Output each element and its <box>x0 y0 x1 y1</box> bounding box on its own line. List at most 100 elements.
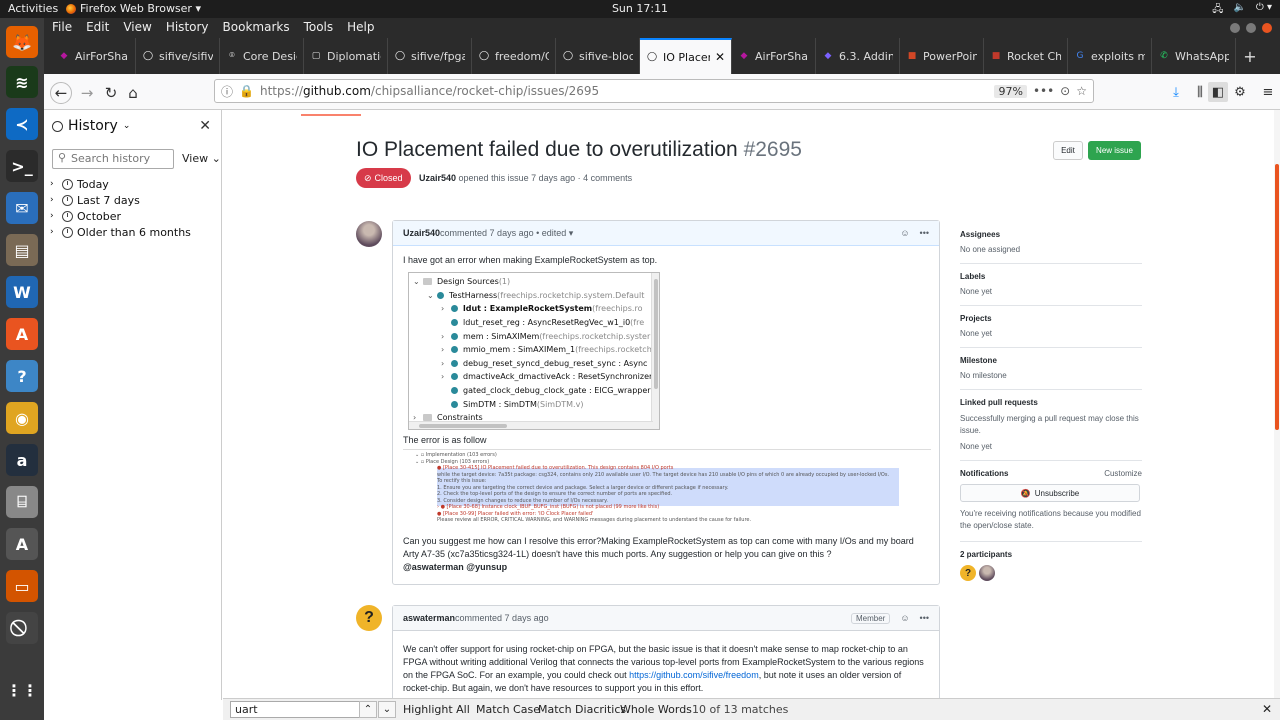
history-view-button[interactable]: View ⌄ <box>182 152 221 165</box>
forward-button[interactable]: → <box>76 82 98 104</box>
app-menu[interactable]: Firefox Web Browser ▾ <box>66 2 201 15</box>
match-diacritics-toggle[interactable]: Match Diacritics <box>538 703 626 716</box>
more-options-icon[interactable]: ••• <box>920 613 929 623</box>
dock-help-icon[interactable]: ? <box>6 360 38 392</box>
dock-software-center-icon[interactable]: A <box>6 318 38 350</box>
mentions[interactable]: @aswaterman @yunsup <box>403 561 929 574</box>
find-previous-icon[interactable]: ⌃ <box>359 701 377 718</box>
browser-tab[interactable]: ■ PowerPoint P <box>900 38 984 74</box>
close-find-bar-icon[interactable]: ✕ <box>1262 702 1272 716</box>
browser-tab[interactable]: ■ Rocket Chip <box>984 38 1068 74</box>
comment-author-link[interactable]: Uzair540 <box>403 228 440 238</box>
back-button[interactable]: ← <box>50 82 72 104</box>
dock-libreoffice-writer-icon[interactable]: W <box>6 276 38 308</box>
close-window-button[interactable] <box>1262 23 1272 33</box>
clock[interactable]: Sun 17:11 <box>612 2 668 15</box>
dock-thunderbird-icon[interactable]: ✉ <box>6 192 38 224</box>
browser-tab[interactable]: ◆ AirForShare <box>52 38 136 74</box>
freedom-link[interactable]: https://github.com/sifive/freedom <box>629 670 759 680</box>
browser-tab[interactable]: ◯ sifive/fpga-sh <box>388 38 472 74</box>
dock-blocker-icon[interactable]: ⃠ <box>6 612 38 644</box>
browser-tab[interactable]: ▢ Diplomatic Desi <box>304 38 388 74</box>
dock-show-apps-icon[interactable]: ⋮⋮ <box>6 674 38 706</box>
menu-history[interactable]: History <box>166 20 209 34</box>
page-actions-icon[interactable]: ••• <box>1033 84 1054 98</box>
dock-firefox-icon[interactable]: 🦊 <box>6 26 38 58</box>
menu-view[interactable]: View <box>123 20 151 34</box>
sidebar-toggle-icon[interactable]: ◧ <box>1208 82 1228 102</box>
menu-file[interactable]: File <box>52 20 72 34</box>
minimize-button[interactable] <box>1230 23 1240 33</box>
lock-icon[interactable]: 🔒 <box>239 84 254 98</box>
account-icon[interactable]: ⚙ <box>1230 82 1250 102</box>
menu-help[interactable]: Help <box>347 20 374 34</box>
match-case-toggle[interactable]: Match Case <box>476 703 540 716</box>
hamburger-menu-icon[interactable]: ≡ <box>1258 82 1278 102</box>
network-icon[interactable]: 🖧 <box>1212 2 1223 19</box>
dock-updater-icon[interactable]: A <box>6 528 38 560</box>
linked-pull-requests-section[interactable]: Linked pull requests Successfully mergin… <box>960 398 1142 461</box>
history-group-older[interactable]: › Older than 6 months <box>50 224 191 240</box>
find-input[interactable]: uart <box>230 701 366 718</box>
browser-tab[interactable]: ✆ WhatsApp <box>1152 38 1236 74</box>
reaction-icon[interactable]: ☺ <box>900 613 909 623</box>
browser-tab[interactable]: ⌾ Core Designe <box>220 38 304 74</box>
browser-tab[interactable]: ◯ freedom/Con <box>472 38 556 74</box>
history-group-october[interactable]: › October <box>50 208 191 224</box>
system-tray[interactable]: 🖧 🔈 ⏻ ▾ <box>1212 2 1272 19</box>
avatar[interactable] <box>356 221 382 247</box>
pocket-icon[interactable]: ⊙ <box>1060 84 1070 98</box>
browser-tab[interactable]: ◯ sifive-blocks/ <box>556 38 640 74</box>
downloads-icon[interactable]: ⤓ <box>1166 82 1186 102</box>
browser-tab[interactable]: ◯ sifive/sifive- <box>136 38 220 74</box>
dock-rhythmbox-icon[interactable]: ◉ <box>6 402 38 434</box>
dock-scanner-icon[interactable]: ⌸ <box>6 486 38 518</box>
dock-impress-icon[interactable]: ▭ <box>6 570 38 602</box>
edit-issue-button[interactable]: Edit <box>1053 141 1083 160</box>
dock-vscode-icon[interactable]: ≺ <box>6 108 38 140</box>
home-icon[interactable]: ⌂ <box>122 82 144 104</box>
menu-bookmarks[interactable]: Bookmarks <box>223 20 290 34</box>
zoom-level[interactable]: 97% <box>994 84 1027 98</box>
milestone-section[interactable]: Milestone No milestone <box>960 356 1142 390</box>
power-icon[interactable]: ⏻ ▾ <box>1256 2 1272 19</box>
maximize-button[interactable] <box>1246 23 1256 33</box>
close-tab-icon[interactable]: ✕ <box>715 50 725 64</box>
unsubscribe-button[interactable]: 🔕 Unsubscribe <box>960 484 1140 502</box>
participant-avatar[interactable]: ? <box>960 565 976 581</box>
more-options-icon[interactable]: ••• <box>920 228 929 238</box>
volume-icon[interactable]: 🔈 <box>1233 2 1245 19</box>
comment-meta[interactable]: commented 7 days ago <box>455 613 549 623</box>
customize-link[interactable]: Customize <box>1104 469 1142 478</box>
reload-button[interactable]: ↻ <box>100 82 122 104</box>
dock-files-icon[interactable]: ▤ <box>6 234 38 266</box>
new-issue-button[interactable]: New issue <box>1088 141 1141 160</box>
projects-section[interactable]: Projects None yet <box>960 314 1142 348</box>
library-icon[interactable]: ⫼ <box>1190 82 1210 102</box>
url-bar[interactable]: ⓘ 🔒 https://github.com/chipsalliance/roc… <box>214 79 1094 103</box>
history-group-last-7-days[interactable]: › Last 7 days <box>50 192 191 208</box>
menu-tools[interactable]: Tools <box>304 20 334 34</box>
activities-button[interactable]: Activities <box>8 2 58 15</box>
site-info-icon[interactable]: ⓘ <box>221 83 233 100</box>
new-tab-button[interactable]: + <box>1236 38 1264 74</box>
browser-tab[interactable]: ◯ IO Placem ✕ <box>640 38 732 74</box>
dock-system-monitor-icon[interactable]: ≋ <box>6 66 38 98</box>
browser-tab[interactable]: ◆ AirForShare <box>732 38 816 74</box>
highlight-all-toggle[interactable]: Highlight All <box>403 703 470 716</box>
comment-author-link[interactable]: aswaterman <box>403 613 455 623</box>
browser-tab[interactable]: Gexploits mea <box>1068 38 1152 74</box>
dock-amazon-icon[interactable]: a <box>6 444 38 476</box>
comment-meta[interactable]: commented 7 days ago • edited ▾ <box>440 228 573 239</box>
issue-author-link[interactable]: Uzair540 <box>419 173 456 183</box>
assignees-section[interactable]: Assignees No one assigned <box>960 230 1142 264</box>
close-sidebar-icon[interactable]: ✕ <box>199 118 211 134</box>
whole-words-toggle[interactable]: Whole Words <box>620 703 692 716</box>
participant-avatar[interactable] <box>979 565 995 581</box>
avatar[interactable]: ? <box>356 605 382 631</box>
browser-tab[interactable]: ◆ 6.3. Adding a <box>816 38 900 74</box>
history-group-today[interactable]: › Today <box>50 176 191 192</box>
labels-section[interactable]: Labels None yet <box>960 272 1142 306</box>
dock-terminal-icon[interactable]: >_ <box>6 150 38 182</box>
history-sidebar-header[interactable]: History ⌄ <box>52 118 130 134</box>
